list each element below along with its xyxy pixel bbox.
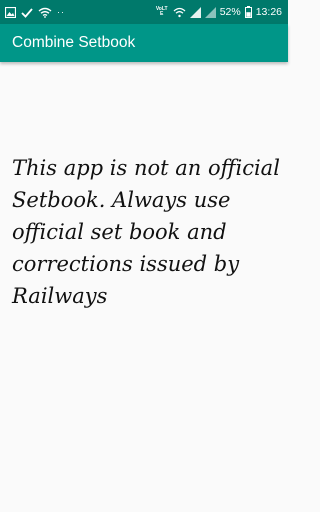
- battery-percent: 52%: [219, 6, 241, 18]
- status-bar: ·· VoLTE 52% 13:26: [0, 0, 288, 24]
- notification-dots: ··: [57, 6, 65, 17]
- wifi-icon: [38, 7, 52, 18]
- signal-bars-icon: [189, 6, 201, 18]
- gallery-icon: [5, 6, 16, 18]
- volte-badge: VoLTE: [155, 6, 168, 17]
- signal-bars-icon: [204, 6, 216, 18]
- disclaimer-text: This app is not an official Setbook. Alw…: [12, 156, 280, 308]
- check-icon: [21, 7, 33, 18]
- status-right-icons: VoLTE 52% 13:26: [155, 4, 282, 20]
- app-bar: Combine Setbook: [0, 24, 288, 62]
- battery-icon: [244, 6, 252, 18]
- status-left-icons: ··: [5, 4, 65, 20]
- clock: 13:26: [255, 6, 282, 18]
- page-title: Combine Setbook: [12, 34, 136, 51]
- wifi-calling-icon: [173, 7, 186, 18]
